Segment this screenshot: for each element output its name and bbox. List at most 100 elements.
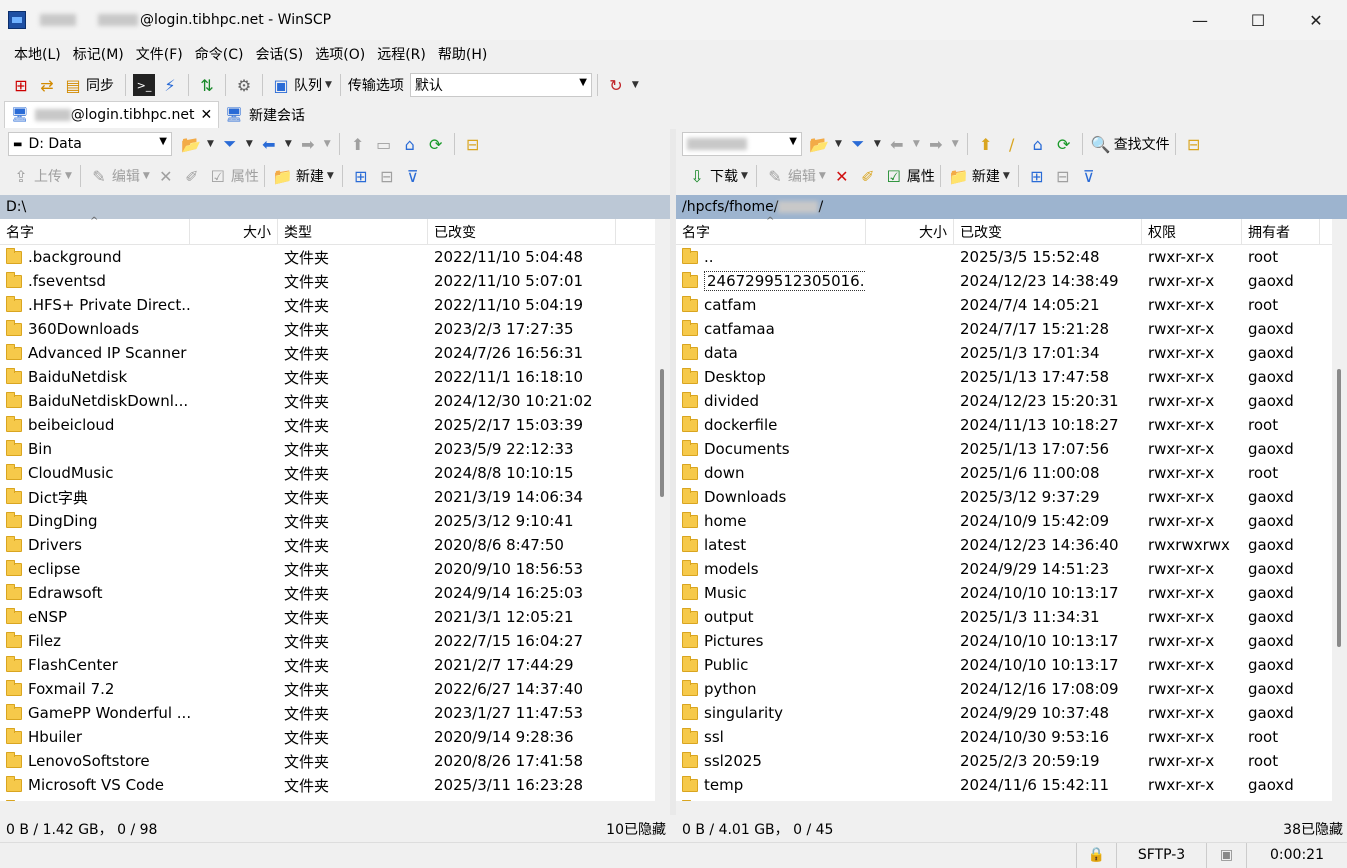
table-row[interactable]: Documents 2025/1/13 17:07:56 rwxr-xr-x gaox… xyxy=(676,437,1332,461)
chevron-down-icon[interactable]: ▼ xyxy=(819,171,826,181)
table-row[interactable]: divided 2024/12/23 15:20:31 rwxr-xr-x gaoxd xyxy=(676,389,1332,413)
table-row[interactable]: dockerfile 2024/11/13 10:18:27 rwxr-xr-x ro… xyxy=(676,413,1332,437)
minimize-button[interactable]: — xyxy=(1171,0,1229,40)
chevron-down-icon[interactable]: ▼ xyxy=(207,139,214,149)
refresh-icon[interactable]: ⟳ xyxy=(425,133,447,155)
table-row[interactable]: data 2025/1/3 17:01:34 rwxr-xr-x gaoxd xyxy=(676,341,1332,365)
table-row[interactable]: down 2025/1/6 11:00:08 rwxr-xr-x root xyxy=(676,461,1332,485)
upload-icon[interactable]: ⇪ xyxy=(10,165,32,187)
rename-icon[interactable]: ✐ xyxy=(181,165,203,187)
deselect-icon[interactable]: ⊟ xyxy=(1052,165,1074,187)
table-row[interactable]: BaiduNetdiskDownl... 文件夹 2024/12/30 10:21:… xyxy=(0,389,655,413)
table-row[interactable]: eNSP 文件夹 2021/3/1 12:05:21 xyxy=(0,605,655,629)
transfer-icon[interactable]: ⇅ xyxy=(196,74,218,96)
refresh-icon[interactable]: ⟳ xyxy=(1053,133,1075,155)
right-path-bar[interactable]: /hpcfs/fhome/ / xyxy=(676,195,1347,219)
tab-new-session[interactable]: 🖥 新建会话 xyxy=(219,101,311,128)
col-owner[interactable]: 拥有者 xyxy=(1242,218,1320,245)
chevron-down-icon[interactable]: ▼ xyxy=(324,139,331,149)
table-row[interactable]: Filez 文件夹 2022/7/15 16:04:27 xyxy=(0,629,655,653)
reconnect-icon[interactable]: ↻ xyxy=(605,74,627,96)
col-size[interactable]: 大小 xyxy=(190,218,278,245)
chevron-down-icon[interactable]: ▼ xyxy=(246,139,253,149)
left-scrollbar[interactable] xyxy=(655,239,670,813)
left-scroll-thumb[interactable] xyxy=(660,369,664,497)
table-row[interactable]: Templates 2024/10/10 10:13:17rwxr-xr-xgao… xyxy=(676,797,1332,801)
table-row[interactable]: eclipse 文件夹 2020/9/10 18:56:53 xyxy=(0,557,655,581)
transfer-options-select[interactable]: 默认 ▼ xyxy=(409,73,592,97)
col-permissions[interactable]: 权限 xyxy=(1142,218,1242,245)
table-row[interactable]: DingDing 文件夹 2025/3/12 9:10:41 xyxy=(0,509,655,533)
right-scrollbar[interactable] xyxy=(1332,239,1347,813)
table-row[interactable]: GamePP Wonderful ... 文件夹 2023/1/27 11:47:5… xyxy=(0,701,655,725)
table-row[interactable]: Downloads 2025/3/12 9:37:29 rwxr-xr-x gaoxd xyxy=(676,485,1332,509)
queue-button[interactable]: 队列 xyxy=(294,75,322,95)
download-button[interactable]: 下载 xyxy=(710,166,738,186)
table-row[interactable]: BaiduNetdisk 文件夹 2022/11/1 16:18:10 xyxy=(0,365,655,389)
delete-icon[interactable]: ✕ xyxy=(155,165,177,187)
menu-local[interactable]: 本地(L) xyxy=(14,44,61,64)
table-row[interactable]: LenovoSoftstore 文件夹 2020/8/26 17:41:58 xyxy=(0,749,655,773)
table-row[interactable]: ssl2025 2025/2/3 20:59:19 rwxr-xr-x root xyxy=(676,749,1332,773)
chevron-down-icon[interactable]: ▼ xyxy=(285,139,292,149)
table-row[interactable]: Dict字典 文件夹 2021/3/19 14:06:34 xyxy=(0,485,655,509)
table-row[interactable]: Desktop 2025/1/13 17:47:58 rwxr-xr-x gaoxd xyxy=(676,365,1332,389)
menu-file[interactable]: 文件(F) xyxy=(136,44,183,64)
gear-icon[interactable]: ⚙ xyxy=(233,74,255,96)
table-row[interactable]: 2467299512305016... 2024/12/23 14:38:49 rw… xyxy=(676,269,1332,293)
table-row[interactable]: myhost 文件夹2021/3/19 10:02:25 xyxy=(0,797,655,801)
chevron-down-icon[interactable]: ▼ xyxy=(952,139,959,149)
edit-button[interactable]: 编辑 xyxy=(112,166,140,186)
properties-button[interactable]: 属性 xyxy=(907,166,935,186)
open-folder-icon[interactable]: 📂 xyxy=(180,133,202,155)
col-type[interactable]: 类型 xyxy=(278,218,428,245)
chevron-down-icon[interactable]: ▼ xyxy=(632,80,639,90)
table-row[interactable]: Advanced IP Scanner 文件夹 2024/7/26 16:56:31 xyxy=(0,341,655,365)
properties-icon[interactable]: ☑ xyxy=(883,165,905,187)
new-button[interactable]: 新建 xyxy=(972,166,1000,186)
open-folder-icon[interactable]: 📂 xyxy=(808,133,830,155)
root-dir-icon[interactable]: ▭ xyxy=(373,133,395,155)
menu-command[interactable]: 命令(C) xyxy=(195,44,244,64)
table-row[interactable]: Microsoft VS Code 文件夹 2025/3/11 16:23:28 xyxy=(0,773,655,797)
properties-icon[interactable]: ☑ xyxy=(207,165,229,187)
edit-button[interactable]: 编辑 xyxy=(788,166,816,186)
table-row[interactable]: CloudMusic 文件夹 2024/8/8 10:10:15 xyxy=(0,461,655,485)
filter-icon[interactable]: ⏷ xyxy=(847,133,869,155)
parent-dir-icon[interactable]: ⬆ xyxy=(975,133,997,155)
home-icon[interactable]: ⌂ xyxy=(399,133,421,155)
table-row[interactable]: .fseventsd 文件夹 2022/11/10 5:07:01 xyxy=(0,269,655,293)
maximize-button[interactable]: ☐ xyxy=(1229,0,1287,40)
chevron-down-icon[interactable]: ▼ xyxy=(913,139,920,149)
chevron-down-icon[interactable]: ▼ xyxy=(327,171,334,181)
chevron-down-icon[interactable]: ▼ xyxy=(325,80,332,90)
filter-icon[interactable]: ⏷ xyxy=(219,133,241,155)
properties-button[interactable]: 属性 xyxy=(231,166,259,186)
menu-session[interactable]: 会话(S) xyxy=(255,44,303,64)
upload-button[interactable]: 上传 xyxy=(34,166,62,186)
edit-icon[interactable]: ✎ xyxy=(764,165,786,187)
col-changed[interactable]: 已改变 xyxy=(954,218,1142,245)
home-icon[interactable]: ⌂ xyxy=(1027,133,1049,155)
new-folder-icon[interactable]: 📁 xyxy=(272,165,294,187)
menu-help[interactable]: 帮助(H) xyxy=(438,44,487,64)
delete-icon[interactable]: ✕ xyxy=(831,165,853,187)
table-row[interactable]: .background 文件夹 2022/11/10 5:04:48 xyxy=(0,245,655,269)
chevron-down-icon[interactable]: ▼ xyxy=(65,171,72,181)
remote-dir-select[interactable]: ▼ xyxy=(682,132,802,156)
table-row[interactable]: output 2025/1/3 11:34:31 rwxr-xr-x gaoxd xyxy=(676,605,1332,629)
forward-arrow-icon[interactable]: ➡ xyxy=(925,133,947,155)
menu-mark[interactable]: 标记(M) xyxy=(73,44,124,64)
table-row[interactable]: temp 2024/11/6 15:42:11 rwxr-xr-x gaoxd xyxy=(676,773,1332,797)
compare-dirs-icon[interactable]: ⊞ xyxy=(10,74,32,96)
tree-icon[interactable]: ⊟ xyxy=(1183,133,1205,155)
chevron-down-icon[interactable]: ▼ xyxy=(1003,171,1010,181)
back-arrow-icon[interactable]: ⬅ xyxy=(886,133,908,155)
deselect-icon[interactable]: ⊟ xyxy=(376,165,398,187)
filter-select-icon[interactable]: ⊽ xyxy=(1078,165,1100,187)
menu-remote[interactable]: 远程(R) xyxy=(377,44,426,64)
back-arrow-icon[interactable]: ⬅ xyxy=(258,133,280,155)
chevron-down-icon[interactable]: ▼ xyxy=(874,139,881,149)
close-tab-icon[interactable]: ✕ xyxy=(200,107,212,123)
menu-options[interactable]: 选项(O) xyxy=(315,44,365,64)
